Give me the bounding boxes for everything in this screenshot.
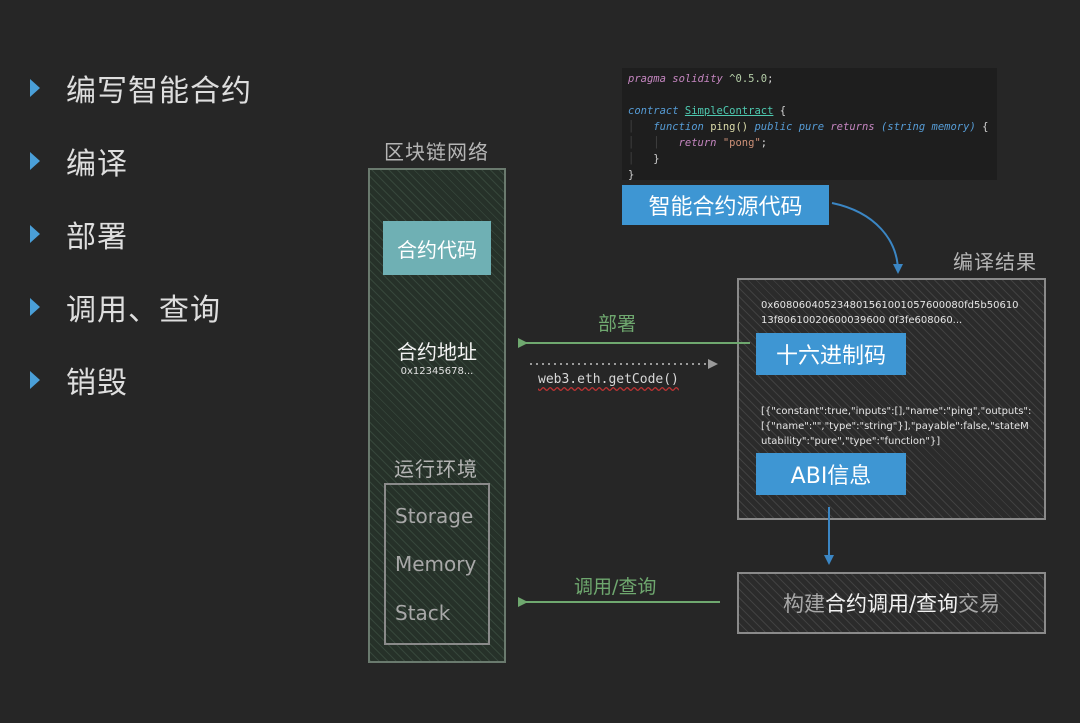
compile-arrow <box>831 202 903 274</box>
arrows-layer <box>518 202 903 607</box>
